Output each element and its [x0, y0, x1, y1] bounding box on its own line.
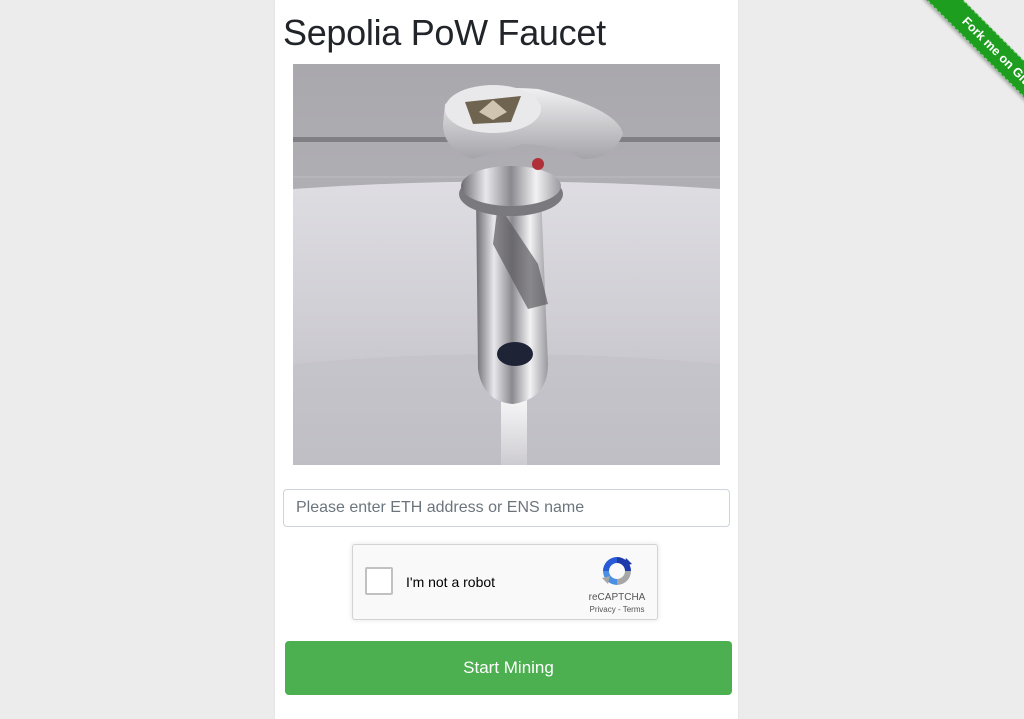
- eth-address-input[interactable]: [283, 489, 730, 527]
- recaptcha-widget: I'm not a robot reCAPTCHA Privacy - Term…: [352, 544, 658, 620]
- fork-me-on-github-link[interactable]: Fork me on GitHub: [924, 0, 1024, 139]
- recaptcha-privacy-link[interactable]: Privacy: [590, 605, 616, 614]
- recaptcha-label: I'm not a robot: [406, 574, 496, 590]
- recaptcha-brand: reCAPTCHA: [588, 592, 646, 603]
- recaptcha-links: Privacy - Terms: [579, 605, 655, 614]
- recaptcha-link-separator: -: [615, 605, 623, 614]
- start-mining-button[interactable]: Start Mining: [285, 641, 732, 695]
- recaptcha-checkbox[interactable]: [365, 567, 393, 595]
- github-ribbon: Fork me on GitHub: [884, 0, 1024, 140]
- faucet-card: Sepolia PoW Faucet Please enter ETH addr…: [275, 0, 738, 719]
- faucet-image: [293, 64, 720, 465]
- recaptcha-logo-icon: [602, 557, 632, 585]
- recaptcha-terms-link[interactable]: Terms: [623, 605, 645, 614]
- page-title: Sepolia PoW Faucet: [283, 12, 606, 53]
